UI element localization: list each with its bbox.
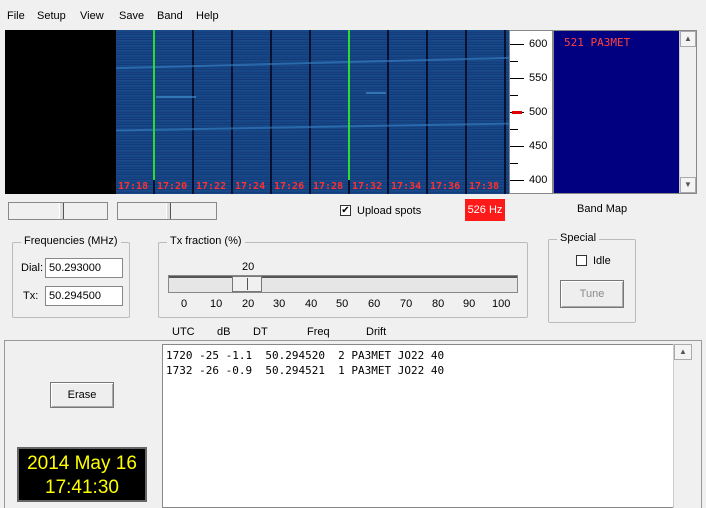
frequencies-title: Frequencies (MHz) (21, 235, 121, 247)
scale-label: 400 (529, 174, 548, 186)
waterfall-time-label: 17:26 (274, 181, 305, 192)
waterfall-display[interactable]: 17:18 17:20 17:22 17:24 17:26 17:28 17:3… (5, 30, 509, 194)
frequency-marker (512, 111, 522, 114)
tx-fraction-value: 20 (242, 261, 255, 273)
waterfall-spectrum: 17:18 17:20 17:22 17:24 17:26 17:28 17:3… (116, 30, 509, 194)
scale-tick (510, 129, 518, 130)
slider-track (169, 276, 517, 278)
scroll-down-icon[interactable]: ▼ (680, 177, 696, 193)
scale-tick (510, 180, 524, 181)
signal-trace (156, 96, 196, 98)
tx-fraction-tick: 100 (492, 298, 511, 310)
decoded-messages-area[interactable]: 1720 -25 -1.1 50.294520 2 PA3MET JO22 40… (162, 344, 692, 508)
scale-tick (510, 163, 518, 164)
erase-button[interactable]: Erase (50, 382, 114, 408)
waterfall-green-marker (348, 30, 350, 180)
special-title: Special (557, 232, 600, 244)
tx-fraction-tick: 90 (463, 298, 476, 310)
tx-fraction-tick: 0 (181, 298, 188, 310)
tx-fraction-slider[interactable] (168, 275, 518, 293)
band-map: 521 PA3MET ▲ ▼ (553, 30, 697, 194)
waterfall-time-label: 17:36 (430, 181, 461, 192)
decode-line: 1732 -26 -0.9 50.294521 1 PA3MET JO22 40 (166, 364, 445, 377)
menu-view[interactable]: View (80, 10, 104, 22)
band-map-list: 521 PA3MET (554, 31, 680, 193)
waterfall-time-label: 17:34 (391, 181, 422, 192)
tune-button[interactable]: Tune (560, 280, 624, 308)
tx-fraction-slider-thumb[interactable] (232, 276, 262, 292)
band-map-scrollbar[interactable]: ▲ ▼ (679, 31, 696, 193)
waterfall-time-label: 17:38 (469, 181, 500, 192)
scale-label: 500 (529, 106, 548, 118)
tx-fraction-tick: 60 (368, 298, 381, 310)
scale-tick (510, 78, 524, 79)
tx-label: Tx: (23, 290, 39, 302)
offset-frequency-badge: 526 Hz (465, 199, 505, 221)
scroll-up-icon[interactable]: ▲ (680, 31, 696, 47)
column-header-dt: DT (253, 326, 268, 338)
tx-fraction-tick: 80 (432, 298, 445, 310)
contrast-slider[interactable] (117, 202, 217, 220)
tx-fraction-tick: 30 (273, 298, 286, 310)
idle-label: Idle (593, 255, 611, 267)
menu-help[interactable]: Help (196, 10, 219, 22)
waterfall-time-label: 17:32 (352, 181, 383, 192)
column-header-freq: Freq (307, 326, 330, 338)
band-map-entry[interactable]: 521 PA3MET (564, 36, 630, 49)
waterfall-time-label: 17:28 (313, 181, 344, 192)
menu-band[interactable]: Band (157, 10, 183, 22)
tx-fraction-tick: 20 (242, 298, 255, 310)
tx-frequency-field[interactable]: 50.294500 (45, 286, 123, 306)
waterfall-time-label: 17:22 (196, 181, 227, 192)
waterfall-time-label: 17:20 (157, 181, 188, 192)
scale-tick (510, 61, 518, 62)
tx-fraction-tick: 40 (305, 298, 318, 310)
column-header-utc: UTC (172, 326, 195, 338)
slider-thumb[interactable] (59, 203, 64, 219)
tx-fraction-tick: 10 (210, 298, 223, 310)
scale-label: 450 (529, 140, 548, 152)
upload-spots-checkbox[interactable]: ✔ (340, 205, 351, 216)
brightness-slider[interactable] (8, 202, 108, 220)
column-header-db: dB (217, 326, 231, 338)
waterfall-time-label: 17:18 (118, 181, 149, 192)
menu-file[interactable]: File (7, 10, 25, 22)
scale-label: 550 (529, 72, 548, 84)
slider-thumb[interactable] (166, 203, 171, 219)
menu-setup[interactable]: Setup (37, 10, 66, 22)
band-map-label: Band Map (577, 203, 628, 215)
menu-bar: File Setup View Save Band Help (0, 0, 706, 28)
upload-spots-label: Upload spots (357, 205, 422, 217)
clock-date: 2014 May 16 (27, 453, 137, 474)
utc-clock: 2014 May 16 17:41:30 (17, 447, 147, 502)
clock-time: 17:41:30 (45, 477, 119, 498)
dial-frequency-field[interactable]: 50.293000 (45, 258, 123, 278)
menu-save[interactable]: Save (119, 10, 144, 22)
tx-fraction-title: Tx fraction (%) (167, 235, 245, 247)
waterfall-time-label: 17:24 (235, 181, 266, 192)
scale-tick (510, 146, 524, 147)
tx-fraction-tick: 70 (400, 298, 413, 310)
scale-label: 600 (529, 38, 548, 50)
frequency-scale: 600 550 500 450 400 (509, 30, 553, 194)
waterfall-green-marker (153, 30, 155, 180)
signal-trace (116, 122, 509, 132)
tx-fraction-tick: 50 (336, 298, 349, 310)
scale-tick (510, 95, 518, 96)
decode-line: 1720 -25 -1.1 50.294520 2 PA3MET JO22 40 (166, 349, 445, 362)
idle-checkbox[interactable] (576, 255, 587, 266)
frequencies-group: Frequencies (MHz) (12, 235, 130, 318)
scale-tick (510, 44, 524, 45)
column-header-drift: Drift (366, 326, 387, 338)
decoded-messages-scrollbar[interactable]: ▲ (673, 344, 692, 508)
scroll-up-icon[interactable]: ▲ (674, 344, 692, 360)
dial-label: Dial: (21, 262, 44, 274)
signal-trace (116, 56, 509, 70)
signal-trace (366, 92, 386, 94)
